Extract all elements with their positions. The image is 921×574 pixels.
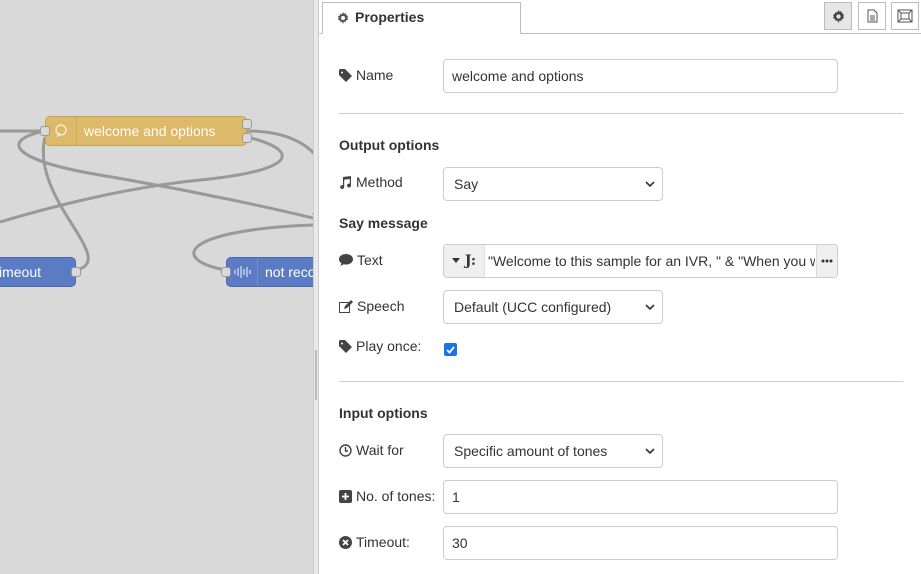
output-port-2[interactable] xyxy=(242,133,252,143)
input-options-heading: Input options xyxy=(339,405,428,421)
timeout-node-label: imeout xyxy=(0,264,42,280)
chevron-down-icon xyxy=(645,181,655,188)
appearance-button[interactable] xyxy=(891,2,919,30)
tones-label-text: No. of tones: xyxy=(356,488,436,504)
text-label: Text xyxy=(339,252,383,268)
edit-icon xyxy=(339,299,353,313)
wait-for-select-value: Specific amount of tones xyxy=(454,443,608,459)
checkmark-icon xyxy=(446,345,455,354)
frame-icon xyxy=(897,9,913,23)
tab-properties-label: Properties xyxy=(355,9,425,25)
wait-for-label-text: Wait for xyxy=(356,442,404,458)
method-label-text: Method xyxy=(356,174,403,190)
music-note-icon xyxy=(340,175,352,189)
plus-square-icon xyxy=(339,489,352,503)
tones-input[interactable] xyxy=(443,480,838,514)
name-input[interactable] xyxy=(443,59,838,93)
timeout-node[interactable]: imeout xyxy=(0,257,81,287)
speech-select-value: Default (UCC configured) xyxy=(454,299,612,315)
wait-for-label: Wait for xyxy=(339,442,404,458)
wait-for-select[interactable]: Specific amount of tones xyxy=(443,434,663,468)
divider xyxy=(339,381,903,382)
tab-properties[interactable]: Properties xyxy=(322,2,521,34)
timeout-port[interactable] xyxy=(71,267,81,277)
text-label-text: Text xyxy=(357,252,383,268)
gear-icon xyxy=(832,9,844,23)
not-recognized-port[interactable] xyxy=(221,267,231,277)
tag-icon xyxy=(339,339,352,353)
caret-down-icon xyxy=(451,258,460,263)
welcome-node-label: welcome and options xyxy=(84,123,216,139)
wires xyxy=(0,129,313,272)
method-select[interactable]: Say xyxy=(443,167,663,201)
speech-label-text: Speech xyxy=(357,298,405,314)
timeout-label: Timeout: xyxy=(339,534,410,550)
name-label: Name xyxy=(339,67,393,83)
times-circle-icon xyxy=(339,535,352,549)
text-typed-input[interactable]: J: "Welcome to this sample for an IVR, "… xyxy=(443,244,838,278)
output-options-heading: Output options xyxy=(339,137,440,153)
play-once-label-text: Play once: xyxy=(356,338,422,354)
expand-editor-button[interactable] xyxy=(816,245,837,277)
gear-icon xyxy=(338,12,348,24)
speech-label: Speech xyxy=(339,298,404,314)
chevron-down-icon xyxy=(645,304,655,311)
not-recognized-node[interactable]: not reco xyxy=(221,257,313,287)
tray-tab-bar: Properties xyxy=(319,0,921,34)
jsonata-icon: J: xyxy=(464,253,477,269)
text-expression-value: "Welcome to this sample for an IVR, " & … xyxy=(488,253,815,269)
audio-wave-icon xyxy=(227,258,258,286)
settings-button[interactable] xyxy=(824,2,852,30)
not-recognized-node-label: not reco xyxy=(265,264,313,280)
play-once-label: Play once: xyxy=(339,338,421,354)
method-label: Method xyxy=(339,174,403,190)
name-label-text: Name xyxy=(356,67,394,83)
description-button[interactable] xyxy=(858,2,886,30)
welcome-node[interactable]: welcome and options xyxy=(40,116,252,146)
divider xyxy=(339,113,903,114)
function-icon xyxy=(46,117,77,145)
clock-icon xyxy=(339,443,352,457)
splitter-grip[interactable] xyxy=(315,350,317,400)
tag-icon xyxy=(339,68,352,82)
play-once-checkbox[interactable] xyxy=(444,343,457,356)
output-port-1[interactable] xyxy=(242,119,252,129)
timeout-label-text: Timeout: xyxy=(356,534,410,550)
chevron-down-icon xyxy=(645,448,655,455)
wire-welcome-out-right xyxy=(246,129,313,215)
type-selector[interactable]: J: xyxy=(444,245,485,277)
say-message-heading: Say message xyxy=(339,215,428,231)
document-icon xyxy=(867,9,877,23)
tones-label: No. of tones: xyxy=(339,488,435,504)
comment-icon xyxy=(339,254,353,266)
ellipsis-icon xyxy=(821,259,833,263)
flow-canvas[interactable]: welcome and options imeout not reco xyxy=(0,0,313,574)
input-port[interactable] xyxy=(40,126,50,136)
speech-select[interactable]: Default (UCC configured) xyxy=(443,290,663,324)
timeout-input[interactable] xyxy=(443,526,838,560)
method-select-value: Say xyxy=(454,176,479,192)
edit-tray: Properties Name Output options Method Sa… xyxy=(319,0,921,574)
